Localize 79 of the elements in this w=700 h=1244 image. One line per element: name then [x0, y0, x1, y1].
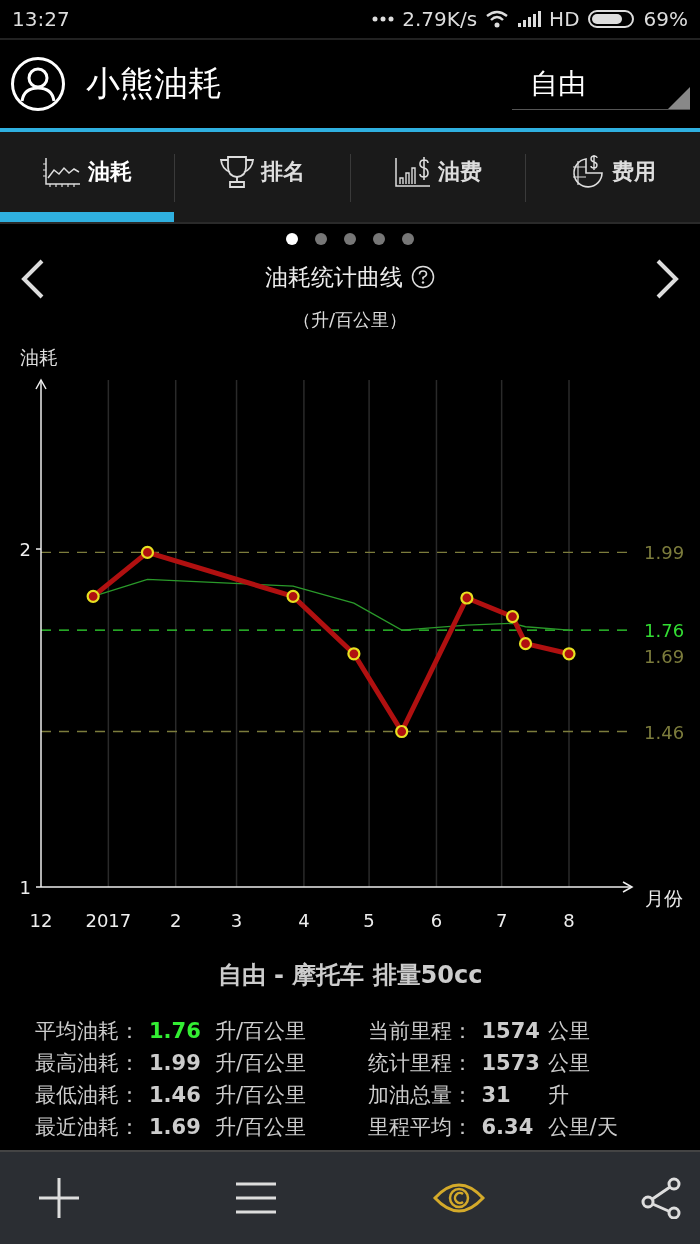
- x-tick-label: 12: [29, 910, 53, 931]
- line-chart-icon: [42, 156, 83, 188]
- bar-chart-dollar-icon: [393, 156, 432, 188]
- stat-value: 1.99: [149, 1051, 202, 1075]
- stat-label: 平均油耗：: [35, 1018, 141, 1045]
- stat-unit: 公里/天: [547, 1114, 619, 1141]
- dropdown-corner-icon: [668, 87, 690, 109]
- tab[interactable]: 油费: [350, 132, 525, 212]
- help-icon[interactable]: [411, 265, 435, 289]
- x-axis-label: 月份: [645, 887, 683, 909]
- chart-title: 油耗统计曲线: [265, 262, 403, 292]
- chart-unit: （升/百公里）: [292, 308, 408, 332]
- data-point: [518, 637, 533, 651]
- stat-unit: 升/百公里: [215, 1018, 308, 1045]
- reference-value: 1.99: [644, 542, 685, 564]
- stat-value: 1573: [481, 1051, 541, 1075]
- stat-label: 当前里程：: [367, 1018, 474, 1045]
- x-tick-label: 7: [495, 910, 508, 931]
- trophy-icon: [219, 155, 256, 189]
- x-tick-label: 3: [230, 910, 243, 931]
- stat-value: 1.46: [149, 1083, 202, 1107]
- x-tick-label: 2017: [85, 910, 132, 931]
- data-point: [347, 647, 361, 661]
- wifi-icon: [485, 10, 510, 28]
- add-button[interactable]: [36, 1175, 82, 1221]
- stat-label: 里程平均：: [367, 1114, 474, 1141]
- tab[interactable]: 排名: [175, 132, 350, 212]
- x-tick-label: 2: [170, 910, 182, 931]
- clock: 13:27: [12, 7, 70, 31]
- signal-icon: [517, 11, 542, 27]
- y-tick-label: 2: [19, 539, 31, 560]
- vehicle-summary-title: 自由 - 摩托车 排量50cc: [217, 960, 483, 991]
- data-point: [86, 589, 100, 603]
- stat-unit: 升/百公里: [215, 1114, 308, 1141]
- battery-icon: [587, 10, 636, 28]
- y-tick-label: 1: [19, 877, 31, 898]
- data-point: [286, 589, 300, 603]
- stat-unit: 升: [547, 1082, 570, 1109]
- latest-value: 1.69: [644, 645, 685, 667]
- stat-label: 最高油耗：: [35, 1050, 141, 1077]
- data-point: [140, 545, 155, 559]
- stat-value: 31: [481, 1083, 512, 1107]
- reference-value: 1.46: [644, 721, 685, 743]
- stat-value: 6.34: [481, 1115, 535, 1139]
- stat-label: 统计里程：: [367, 1050, 474, 1077]
- y-axis-label: 油耗: [20, 346, 58, 368]
- x-tick-label: 8: [563, 910, 575, 931]
- stat-value: 1574: [481, 1019, 541, 1043]
- data-point: [395, 724, 409, 739]
- stat-label: 最低油耗：: [35, 1082, 141, 1109]
- page-indicator-dot[interactable]: [286, 233, 298, 245]
- x-tick-label: 6: [430, 910, 443, 931]
- stat-label: 最近油耗：: [35, 1114, 141, 1141]
- page-indicator-dot[interactable]: [373, 233, 385, 245]
- stat-unit: 升/百公里: [215, 1082, 308, 1109]
- page-indicator-dot[interactable]: [315, 233, 327, 245]
- x-tick-label: 5: [363, 910, 375, 931]
- more-icon: [372, 16, 395, 22]
- data-point: [505, 610, 520, 624]
- vehicle-dropdown[interactable]: 自由: [512, 58, 690, 110]
- stat-unit: 升/百公里: [215, 1050, 308, 1077]
- battery-percent: 69%: [643, 7, 688, 31]
- stat-label: 加油总量：: [367, 1082, 474, 1109]
- stat-value: 1.69: [149, 1115, 202, 1139]
- reference-value: 1.76: [644, 620, 685, 642]
- page-indicator-dot[interactable]: [344, 233, 356, 245]
- network-type: HD: [549, 7, 580, 31]
- account-icon[interactable]: [10, 56, 66, 112]
- tab[interactable]: 油耗: [0, 132, 175, 212]
- stat-value: 1.76: [149, 1019, 202, 1043]
- stat-unit: 公里: [547, 1018, 591, 1045]
- page-indicator-dot[interactable]: [402, 233, 414, 245]
- data-point: [562, 647, 576, 661]
- tab[interactable]: 费用: [525, 132, 700, 212]
- app-title: 小熊油耗: [86, 62, 223, 105]
- x-tick-label: 4: [298, 910, 310, 931]
- data-point: [460, 591, 474, 605]
- stat-unit: 公里: [547, 1050, 591, 1077]
- network-speed: 2.79K/s: [402, 7, 478, 31]
